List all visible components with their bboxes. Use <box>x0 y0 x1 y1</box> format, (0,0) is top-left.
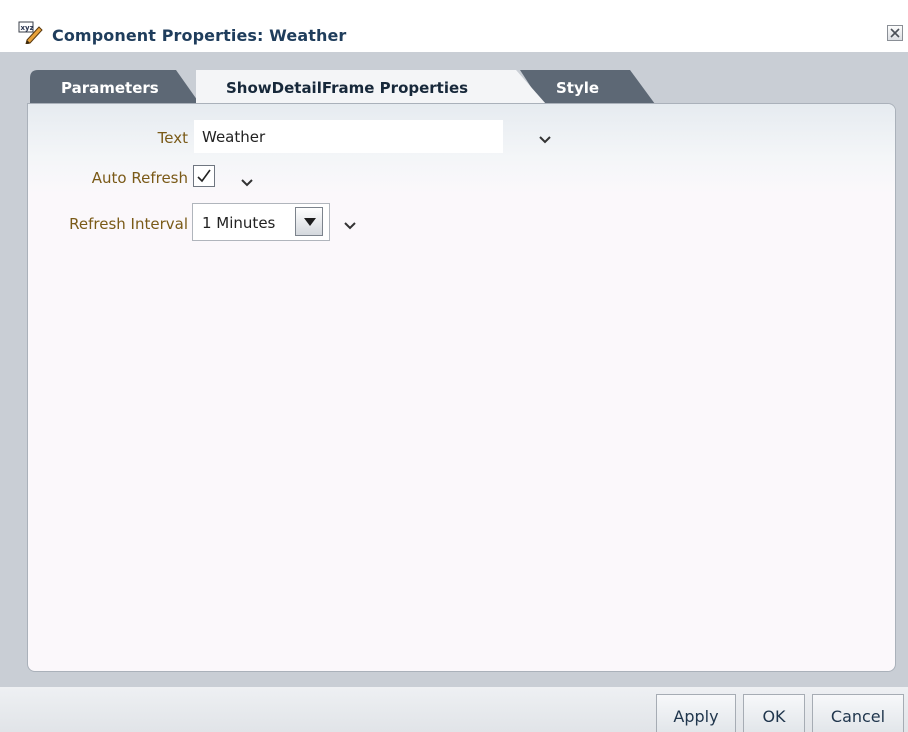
tab-showdetailframe-properties[interactable]: ShowDetailFrame Properties <box>196 70 546 104</box>
title-bar: xyz Component Properties: Weather <box>0 0 908 52</box>
chevron-down-icon[interactable] <box>241 173 253 187</box>
select-value: 1 Minutes <box>202 214 276 232</box>
svg-text:xyz: xyz <box>21 24 34 32</box>
close-icon <box>890 28 900 38</box>
edit-properties-icon: xyz <box>18 20 44 45</box>
dialog-title: Component Properties: Weather <box>52 26 347 45</box>
apply-button[interactable]: Apply <box>656 694 736 732</box>
component-properties-dialog: xyz Component Properties: Weather Parame… <box>0 0 908 732</box>
tab-parameters[interactable]: Parameters <box>30 70 200 104</box>
ok-button[interactable]: OK <box>743 694 805 732</box>
properties-panel <box>27 103 896 672</box>
text-field[interactable] <box>194 120 503 153</box>
chevron-down-icon[interactable] <box>344 216 356 230</box>
checkmark-icon <box>197 169 211 183</box>
dropdown-arrow-icon[interactable] <box>295 207 323 236</box>
auto-refresh-label: Auto Refresh <box>91 169 188 187</box>
tab-label: Style <box>556 79 600 97</box>
cancel-button[interactable]: Cancel <box>812 694 904 732</box>
tab-label: ShowDetailFrame Properties <box>226 79 469 97</box>
tab-label: Parameters <box>61 79 159 97</box>
close-button[interactable] <box>887 25 903 41</box>
text-label: Text <box>157 129 188 147</box>
refresh-interval-select[interactable]: 1 Minutes <box>192 203 330 241</box>
refresh-interval-label: Refresh Interval <box>69 215 188 233</box>
chevron-down-icon[interactable] <box>539 130 551 144</box>
auto-refresh-checkbox[interactable] <box>193 165 215 187</box>
